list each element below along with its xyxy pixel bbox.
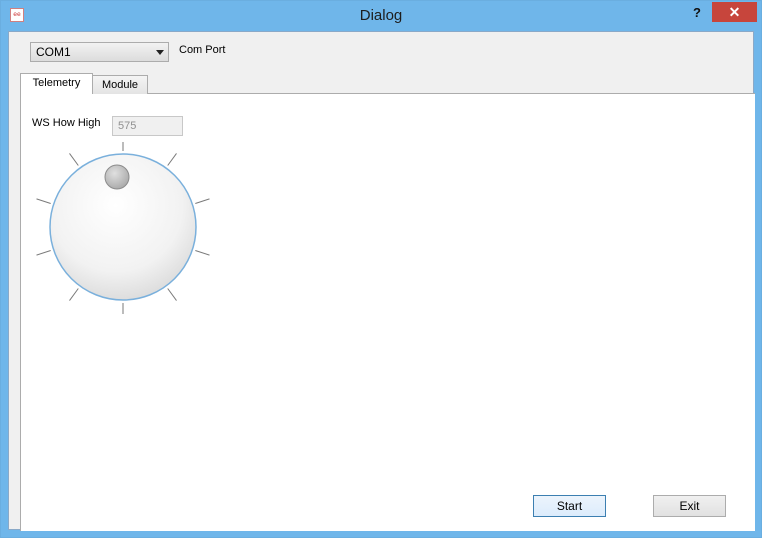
dial-indicator-dot	[104, 164, 130, 190]
ws-how-high-field[interactable]: 575	[112, 116, 183, 136]
tab-telemetry[interactable]: Telemetry	[20, 73, 93, 94]
dial-tick	[195, 198, 210, 204]
help-button[interactable]: ?	[687, 4, 707, 22]
com-port-label: Com Port	[179, 44, 226, 56]
close-button[interactable]: ✕	[712, 2, 757, 22]
dialog-window: ee Dialog ? ✕ COM1 Com Port Telemetry Mo…	[0, 0, 762, 538]
chevron-down-icon[interactable]	[156, 50, 164, 55]
exit-button[interactable]: Exit	[653, 495, 726, 517]
telemetry-panel: WS How High 575 Start Exit	[20, 93, 755, 531]
tab-module[interactable]: Module	[92, 75, 148, 94]
dial-tick	[69, 153, 79, 166]
com-port-selected-value: COM1	[36, 45, 71, 59]
dial-tick	[195, 250, 210, 256]
com-port-combobox[interactable]: COM1	[30, 42, 169, 62]
dialog-client-area: COM1 Com Port Telemetry Module WS How Hi…	[8, 31, 755, 531]
ws-how-high-label: WS How High	[32, 117, 101, 129]
rotary-dial[interactable]	[32, 142, 214, 314]
dial-tick	[36, 198, 51, 204]
dial-tick	[69, 288, 79, 301]
start-button[interactable]: Start	[533, 495, 606, 517]
dial-tick	[167, 153, 177, 166]
window-title: Dialog	[359, 7, 403, 24]
dial-tick	[167, 288, 177, 301]
dial-tick	[36, 250, 51, 256]
title-bar[interactable]: ee Dialog ? ✕	[1, 1, 761, 31]
